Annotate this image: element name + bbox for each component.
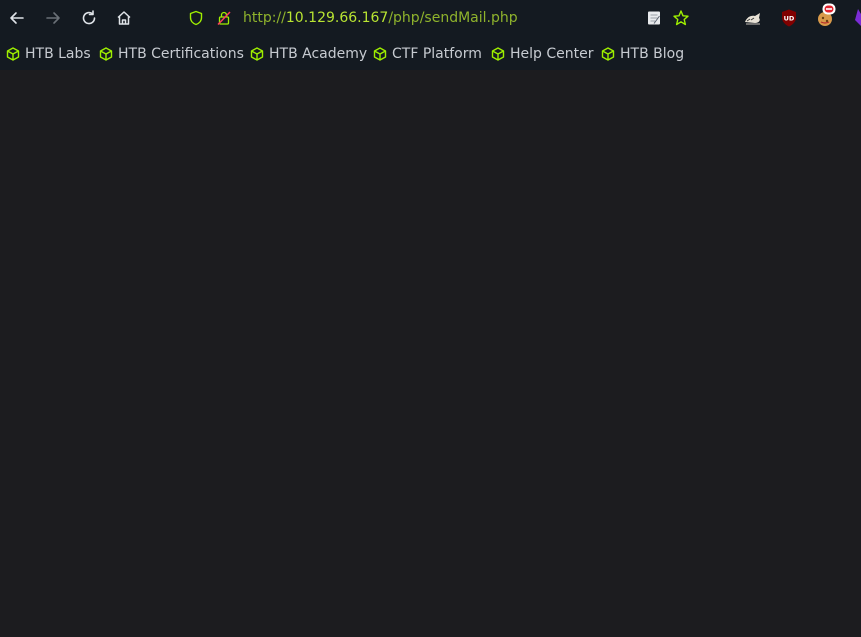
address-bar[interactable]: http://10.129.66.167/php/sendMail.php [178,4,698,33]
notification-badge-icon [822,3,836,15]
extension-overflow-icon[interactable] [851,8,861,28]
bookmark-label: HTB Labs [25,46,91,62]
bookmark-star-icon[interactable] [672,9,690,27]
url-text[interactable]: http://10.129.66.167/php/sendMail.php [243,10,518,26]
home-button[interactable] [112,6,136,30]
reload-icon [82,10,96,25]
htb-cube-icon [373,47,387,61]
bookmark-htb-labs[interactable]: HTB Labs [6,45,91,63]
ublock-origin-icon[interactable]: UD [779,8,799,28]
extension-dino-icon[interactable] [743,8,763,28]
bookmark-label: HTB Academy [269,46,368,62]
htb-cube-icon [99,47,113,61]
arrow-right-icon [46,12,60,24]
insecure-lock-icon[interactable] [216,10,232,26]
home-icon [117,11,131,25]
htb-cube-icon [6,47,20,61]
htb-cube-icon [601,47,615,61]
shield-icon[interactable] [188,10,204,26]
url-scheme: http:// [243,10,286,26]
reload-button[interactable] [77,6,101,30]
bookmark-label: HTB Certifications [118,46,244,62]
bookmark-htb-academy[interactable]: HTB Academy [250,45,367,63]
htb-cube-icon [250,47,264,61]
bookmark-label: HTB Blog [620,46,685,62]
bookmark-htb-certifications[interactable]: HTB Certifications [99,45,244,63]
bookmark-htb-blog[interactable]: HTB Blog [601,45,684,63]
url-path: /php/sendMail.php [388,10,518,26]
bookmark-help-center[interactable]: Help Center [491,45,594,63]
browser-toolbar: http://10.129.66.167/php/sendMail.php UD [0,0,861,37]
bookmark-ctf-platform[interactable]: CTF Platform [373,45,482,63]
htb-cube-icon [491,47,505,61]
ublock-badge-text: UD [784,15,795,23]
arrow-left-icon [10,12,24,24]
back-button[interactable] [5,6,29,30]
bookmark-label: Help Center [510,46,594,62]
page-content [0,70,861,637]
bookmark-label: CTF Platform [392,46,482,62]
reader-view-icon[interactable] [646,10,662,26]
forward-button[interactable] [41,6,65,30]
url-host: 10.129.66.167 [285,10,389,26]
